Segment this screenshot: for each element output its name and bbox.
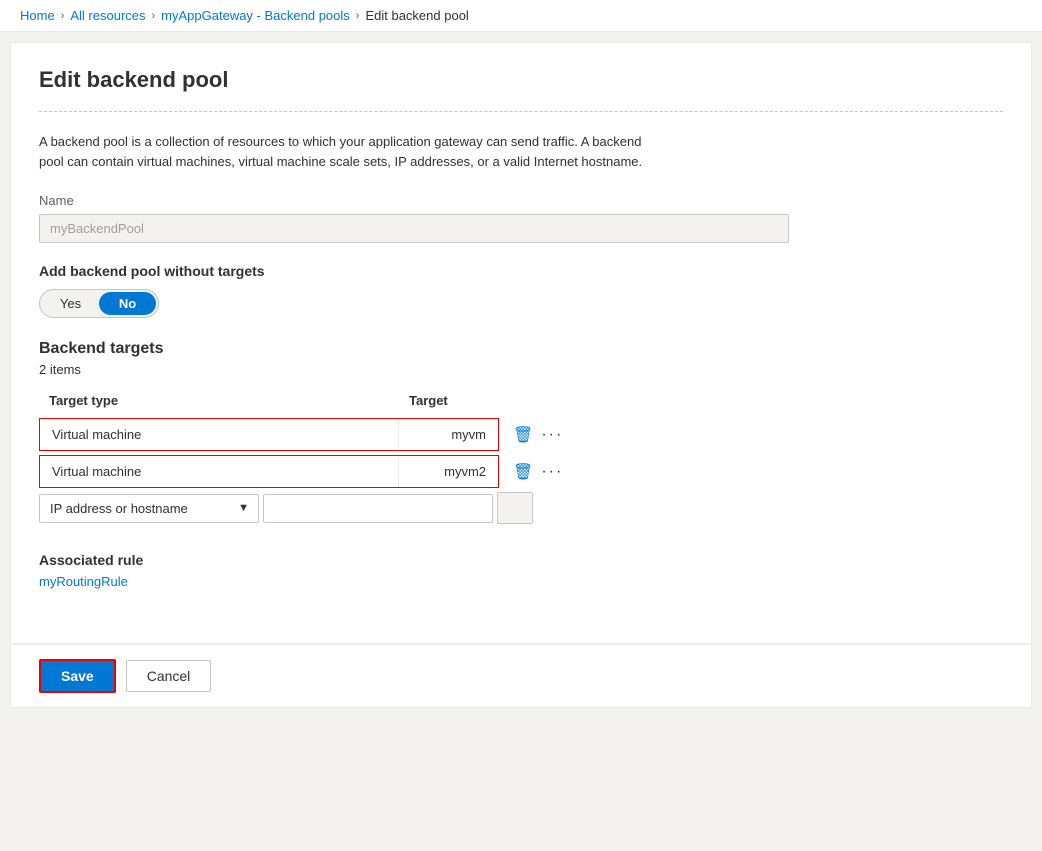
page-wrapper: Home › All resources › myAppGateway - Ba… [0,0,1042,851]
add-row-button[interactable] [497,492,533,524]
breadcrumb-home[interactable]: Home [20,8,55,23]
save-button[interactable]: Save [39,659,116,693]
toggle-yes[interactable]: Yes [42,292,99,315]
toggle-no[interactable]: No [99,292,156,315]
routing-rule-link[interactable]: myRoutingRule [39,574,128,589]
page-title: Edit backend pool [39,67,1003,93]
row-1-box: Virtual machine myvm [39,418,499,451]
table-row: Virtual machine myvm 🗑 ··· [39,418,819,451]
main-content: Edit backend pool A backend pool is a co… [10,42,1032,644]
row-2-target[interactable]: myvm2 [398,456,498,487]
breadcrumb-sep-1: › [61,10,65,22]
row-1-type[interactable]: Virtual machine [40,419,398,450]
delete-icon-1[interactable]: 🗑 [513,425,533,445]
associated-rule: Associated rule myRoutingRule [39,552,1003,589]
row-1-target[interactable]: myvm [398,419,498,450]
breadcrumb-all-resources[interactable]: All resources [70,8,145,23]
breadcrumb-sep-2: › [152,10,156,22]
page-description: A backend pool is a collection of resour… [39,132,659,171]
row-2-type[interactable]: Virtual machine [40,456,398,487]
row-1-actions: 🗑 ··· [507,425,819,445]
toggle-section: Add backend pool without targets Yes No [39,263,1003,318]
section-title: Backend targets [39,340,1003,358]
items-count: 2 items [39,362,1003,377]
name-input[interactable] [39,214,789,243]
associated-rule-title: Associated rule [39,552,1003,568]
breadcrumb-gateway[interactable]: myAppGateway - Backend pools [161,8,350,23]
toggle-group[interactable]: Yes No [39,289,159,318]
type-select[interactable]: IP address or hostname [39,494,259,523]
col-header-target: Target [399,389,458,412]
col-header-type: Target type [39,389,399,412]
row-2-box: Virtual machine myvm2 [39,455,499,488]
target-input[interactable] [263,494,493,523]
row-2-actions: 🗑 ··· [507,462,819,482]
breadcrumb-current: Edit backend pool [365,8,468,23]
footer: Save Cancel [10,644,1032,708]
more-options-1[interactable]: ··· [541,426,563,444]
toggle-label: Add backend pool without targets [39,263,1003,279]
cancel-button[interactable]: Cancel [126,660,212,692]
more-options-2[interactable]: ··· [541,463,563,481]
table-row: Virtual machine myvm2 🗑 ··· [39,455,819,488]
type-select-wrapper: IP address or hostname ▼ [39,494,259,523]
delete-icon-2[interactable]: 🗑 [513,462,533,482]
breadcrumb: Home › All resources › myAppGateway - Ba… [0,0,1042,32]
column-headers: Target type Target [39,389,819,412]
breadcrumb-sep-3: › [356,10,360,22]
name-label: Name [39,193,1003,208]
new-row-wrapper: IP address or hostname ▼ [39,492,819,524]
divider [39,111,1003,112]
